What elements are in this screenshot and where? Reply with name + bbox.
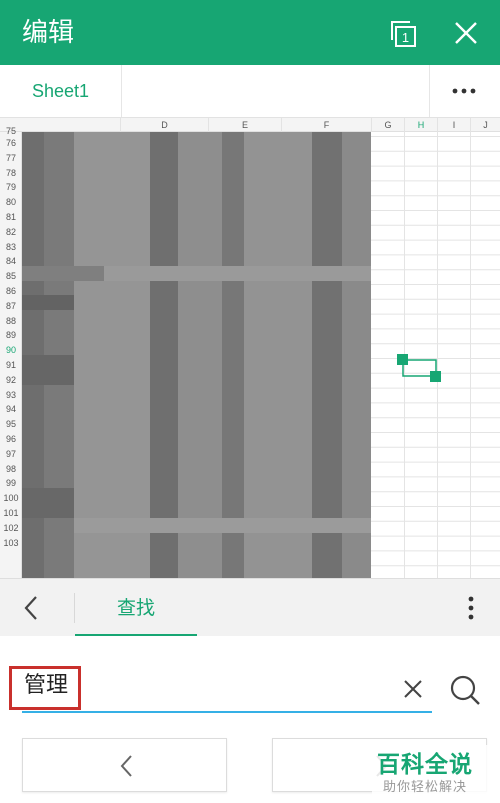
row-header-cell[interactable]: 85 <box>0 269 22 284</box>
row-header-cell[interactable]: 76 <box>0 136 22 151</box>
blurred-cell-content <box>22 132 371 578</box>
clear-icon[interactable] <box>400 676 426 702</box>
pages-icon[interactable]: 1 <box>389 18 421 50</box>
cell-selection-handles-icon[interactable] <box>394 352 444 384</box>
find-previous-button[interactable] <box>22 738 227 792</box>
row-header-cell[interactable]: 101 <box>0 506 22 521</box>
row-header-cell[interactable]: 84 <box>0 254 22 269</box>
row-header: 75 76 77 78 79 80 81 82 83 84 85 86 87 8… <box>0 126 22 578</box>
row-header-cell[interactable]: 99 <box>0 476 22 491</box>
row-header-cell[interactable]: 81 <box>0 210 22 225</box>
row-header-cell[interactable]: 92 <box>0 373 22 388</box>
column-header-e[interactable]: E <box>208 118 281 132</box>
more-horizontal-icon[interactable] <box>440 65 488 117</box>
row-header-cell[interactable]: 102 <box>0 521 22 536</box>
watermark-sub-text: 助你轻松解决 <box>383 780 468 795</box>
row-header-cell[interactable]: 103 <box>0 536 22 551</box>
watermark-logo: 百科全说 助你轻松解决 <box>372 745 492 797</box>
row-header-cell[interactable]: 78 <box>0 166 22 181</box>
row-header-cell[interactable]: 82 <box>0 225 22 240</box>
search-input-underline <box>22 711 432 713</box>
column-header: D E F G H I J <box>0 118 500 132</box>
row-header-cell[interactable]: 80 <box>0 195 22 210</box>
row-header-cell[interactable]: 88 <box>0 314 22 329</box>
spreadsheet-grid[interactable]: D E F G H I J 75 76 77 78 79 80 81 82 83… <box>0 118 500 578</box>
sheet-tab-strip: Sheet1 <box>0 65 500 118</box>
row-header-cell[interactable]: 95 <box>0 417 22 432</box>
search-icon[interactable] <box>447 672 483 708</box>
close-icon[interactable] <box>451 18 481 48</box>
more-vertical-icon[interactable] <box>456 591 486 625</box>
chevron-left-icon <box>120 755 132 777</box>
row-header-cell[interactable]: 83 <box>0 240 22 255</box>
divider <box>429 65 430 117</box>
row-header-cell[interactable]: 77 <box>0 151 22 166</box>
pages-count: 1 <box>402 30 409 45</box>
row-header-cell-active[interactable]: 90 <box>0 343 22 358</box>
row-header-cell[interactable]: 89 <box>0 328 22 343</box>
column-header-i[interactable]: I <box>437 118 470 132</box>
row-header-cell[interactable]: 86 <box>0 284 22 299</box>
top-bar: 编辑 1 <box>0 0 500 65</box>
row-header-cell[interactable]: 100 <box>0 491 22 506</box>
row-header-cell[interactable]: 87 <box>0 299 22 314</box>
find-toolbar: 查找 <box>0 578 500 637</box>
row-header-cell[interactable]: 75 <box>0 126 22 136</box>
app-window: 编辑 1 Sheet1 D E F G H I J 75 76 77 78 79… <box>0 0 500 803</box>
column-header-g[interactable]: G <box>371 118 404 132</box>
row-header-cell[interactable]: 94 <box>0 402 22 417</box>
column-header-h[interactable]: H <box>404 118 437 132</box>
page-title: 编辑 <box>22 18 75 48</box>
watermark-main-text: 百科全说 <box>377 752 473 778</box>
row-header-cell[interactable]: 97 <box>0 447 22 462</box>
tab-find[interactable]: 查找 <box>75 579 197 637</box>
row-header-cell[interactable]: 93 <box>0 388 22 403</box>
row-header-cell[interactable]: 91 <box>0 358 22 373</box>
column-header-d[interactable]: D <box>120 118 208 132</box>
tab-sheet1[interactable]: Sheet1 <box>0 65 122 117</box>
chevron-left-icon[interactable] <box>14 591 48 625</box>
row-header-cell[interactable]: 98 <box>0 462 22 477</box>
column-header-f[interactable]: F <box>281 118 371 132</box>
highlight-box <box>9 666 81 710</box>
row-header-cell[interactable]: 96 <box>0 432 22 447</box>
row-header-cell[interactable]: 79 <box>0 180 22 195</box>
column-header-j[interactable]: J <box>470 118 500 132</box>
